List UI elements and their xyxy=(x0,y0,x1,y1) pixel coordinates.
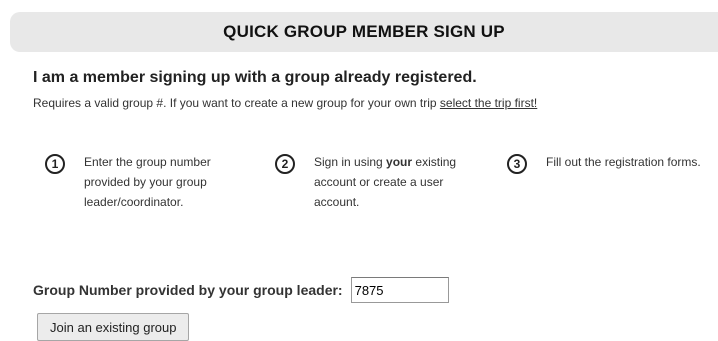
step-number-3: 3 xyxy=(507,154,527,174)
group-number-label: Group Number provided by your group lead… xyxy=(33,282,343,298)
intro-text: Requires a valid group #. If you want to… xyxy=(33,96,537,110)
intro-heading: I am a member signing up with a group al… xyxy=(33,69,477,86)
step-2-text: Sign in using your existing account or c… xyxy=(314,152,474,212)
header-bar: QUICK GROUP MEMBER SIGN UP xyxy=(10,12,718,52)
step-2-text-before: Sign in using xyxy=(314,155,387,169)
step-1-text: Enter the group number provided by your … xyxy=(84,155,211,209)
select-trip-link[interactable]: select the trip first! xyxy=(440,96,537,110)
step-number-2: 2 xyxy=(275,154,295,174)
join-group-button[interactable]: Join an existing group xyxy=(37,313,190,341)
group-number-input[interactable] xyxy=(350,277,449,303)
group-number-row: Group Number provided by your group lead… xyxy=(33,277,449,303)
page: QUICK GROUP MEMBER SIGN UP I am a member… xyxy=(0,0,718,341)
step-number-1: 1 xyxy=(45,154,65,174)
step-1: 1 Enter the group number provided by you… xyxy=(45,152,224,212)
step-2: 2 Sign in using your existing account or… xyxy=(275,152,474,212)
page-title: QUICK GROUP MEMBER SIGN UP xyxy=(223,22,505,41)
step-2-text-bold: your xyxy=(386,155,413,169)
step-3: 3 Fill out the registration forms. xyxy=(507,152,716,174)
intro-text-prefix: Requires a valid group #. If you want to… xyxy=(33,96,440,110)
step-3-text: Fill out the registration forms. xyxy=(546,155,701,169)
